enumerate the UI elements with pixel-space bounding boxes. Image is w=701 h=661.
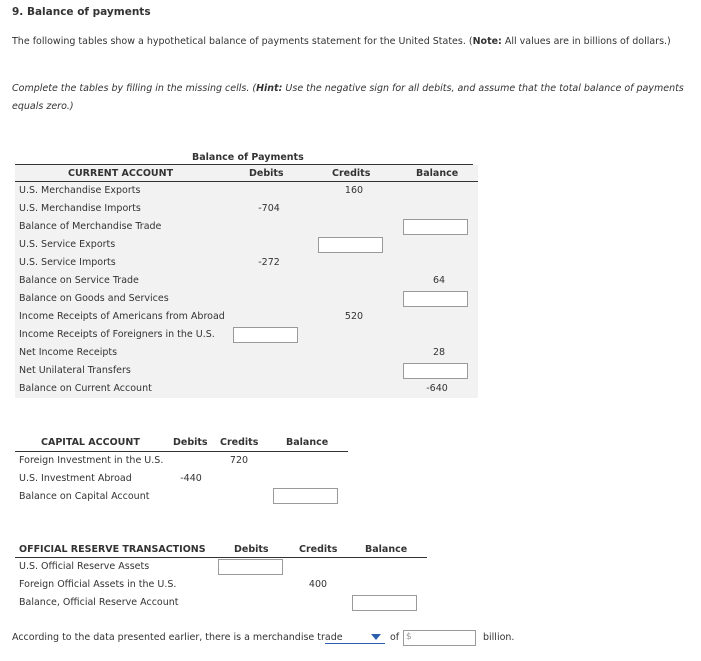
capital-account-balance-input[interactable]	[273, 488, 338, 504]
trade-amount-input[interactable]	[414, 631, 474, 645]
row-label-merchandise-imports: U.S. Merchandise Imports	[19, 203, 141, 214]
official-reserve-header: OFFICIAL RESERVE TRANSACTIONS	[19, 544, 206, 555]
row-label-capital-account-balance: Balance on Capital Account	[19, 491, 150, 502]
question-title: 9. Balance of payments	[12, 6, 151, 18]
reserve-balance-header: Balance	[365, 544, 408, 555]
row-label-us-investment-abroad: U.S. Investment Abroad	[19, 473, 132, 484]
caption-rule	[15, 164, 473, 165]
us-investment-abroad-debits: -440	[180, 473, 202, 484]
reserve-credits-header: Credits	[299, 544, 338, 555]
income-receipts-americans-credits: 520	[344, 311, 364, 322]
row-label-service-trade-balance: Balance on Service Trade	[19, 275, 139, 286]
reserve-header-rule	[15, 557, 427, 558]
merchandise-exports-credits: 160	[344, 185, 364, 196]
current-account-header: CURRENT ACCOUNT	[68, 168, 174, 179]
header-rule	[15, 181, 478, 182]
row-label-service-exports: U.S. Service Exports	[19, 239, 116, 250]
row-label-net-unilateral-transfers: Net Unilateral Transfers	[19, 365, 131, 376]
capital-credits-header: Credits	[220, 437, 259, 448]
goods-and-services-balance-input[interactable]	[403, 291, 468, 307]
merchandise-imports-debits: -704	[258, 203, 280, 214]
service-trade-balance-value: 64	[432, 275, 446, 286]
question-instructions: Complete the tables by filling in the mi…	[12, 83, 684, 112]
row-label-merchandise-trade-balance: Balance of Merchandise Trade	[19, 221, 162, 232]
hint-label: Hint:	[256, 83, 283, 94]
service-exports-credits-input[interactable]	[318, 237, 383, 253]
row-label-income-receipts-foreigners: Income Receipts of Foreigners in the U.S…	[19, 329, 215, 340]
row-label-us-official-reserve-assets: U.S. Official Reserve Assets	[19, 561, 150, 572]
dollar-sign: $	[406, 632, 412, 642]
us-official-reserve-assets-debits-input[interactable]	[218, 559, 283, 575]
net-income-receipts-value: 28	[432, 347, 446, 358]
capital-balance-header: Balance	[286, 437, 329, 448]
conclusion-prefix: According to the data presented earlier,…	[12, 632, 343, 643]
credits-header: Credits	[332, 168, 371, 179]
chevron-down-icon	[371, 634, 381, 640]
row-label-foreign-investment: Foreign Investment in the U.S.	[19, 455, 164, 466]
current-account-balance-value: -640	[426, 383, 448, 394]
capital-debits-header: Debits	[173, 437, 208, 448]
foreign-official-assets-credits: 400	[308, 579, 328, 590]
reserve-debits-header: Debits	[234, 544, 269, 555]
amount-field[interactable]: $	[403, 630, 476, 646]
row-label-service-imports: U.S. Service Imports	[19, 257, 116, 268]
row-label-net-income-receipts: Net Income Receipts	[19, 347, 118, 358]
row-label-income-receipts-americans: Income Receipts of Americans from Abroad	[19, 311, 225, 322]
table-caption: Balance of Payments	[192, 152, 304, 163]
row-label-official-reserve-balance: Balance, Official Reserve Account	[19, 597, 179, 608]
official-reserve-balance-input[interactable]	[352, 595, 417, 611]
income-receipts-foreigners-debits-input[interactable]	[233, 327, 298, 343]
of-label: of	[390, 632, 400, 643]
merchandise-trade-balance-input[interactable]	[403, 219, 468, 235]
debits-header: Debits	[249, 168, 284, 179]
row-label-foreign-official-assets: Foreign Official Assets in the U.S.	[19, 579, 177, 590]
row-label-merchandise-exports: U.S. Merchandise Exports	[19, 185, 141, 196]
capital-account-header: CAPITAL ACCOUNT	[41, 437, 140, 448]
question-description: The following tables show a hypothetical…	[12, 36, 671, 47]
note-label: Note:	[472, 36, 502, 47]
foreign-investment-credits: 720	[229, 455, 249, 466]
capital-header-rule	[15, 451, 348, 452]
service-imports-debits: -272	[258, 257, 280, 268]
row-label-current-account-balance: Balance on Current Account	[19, 383, 152, 394]
row-label-goods-and-services-balance: Balance on Goods and Services	[19, 293, 169, 304]
dropdown-underline	[325, 643, 385, 644]
billion-label: billion.	[483, 632, 515, 643]
net-unilateral-transfers-input[interactable]	[403, 363, 468, 379]
balance-header: Balance	[416, 168, 459, 179]
